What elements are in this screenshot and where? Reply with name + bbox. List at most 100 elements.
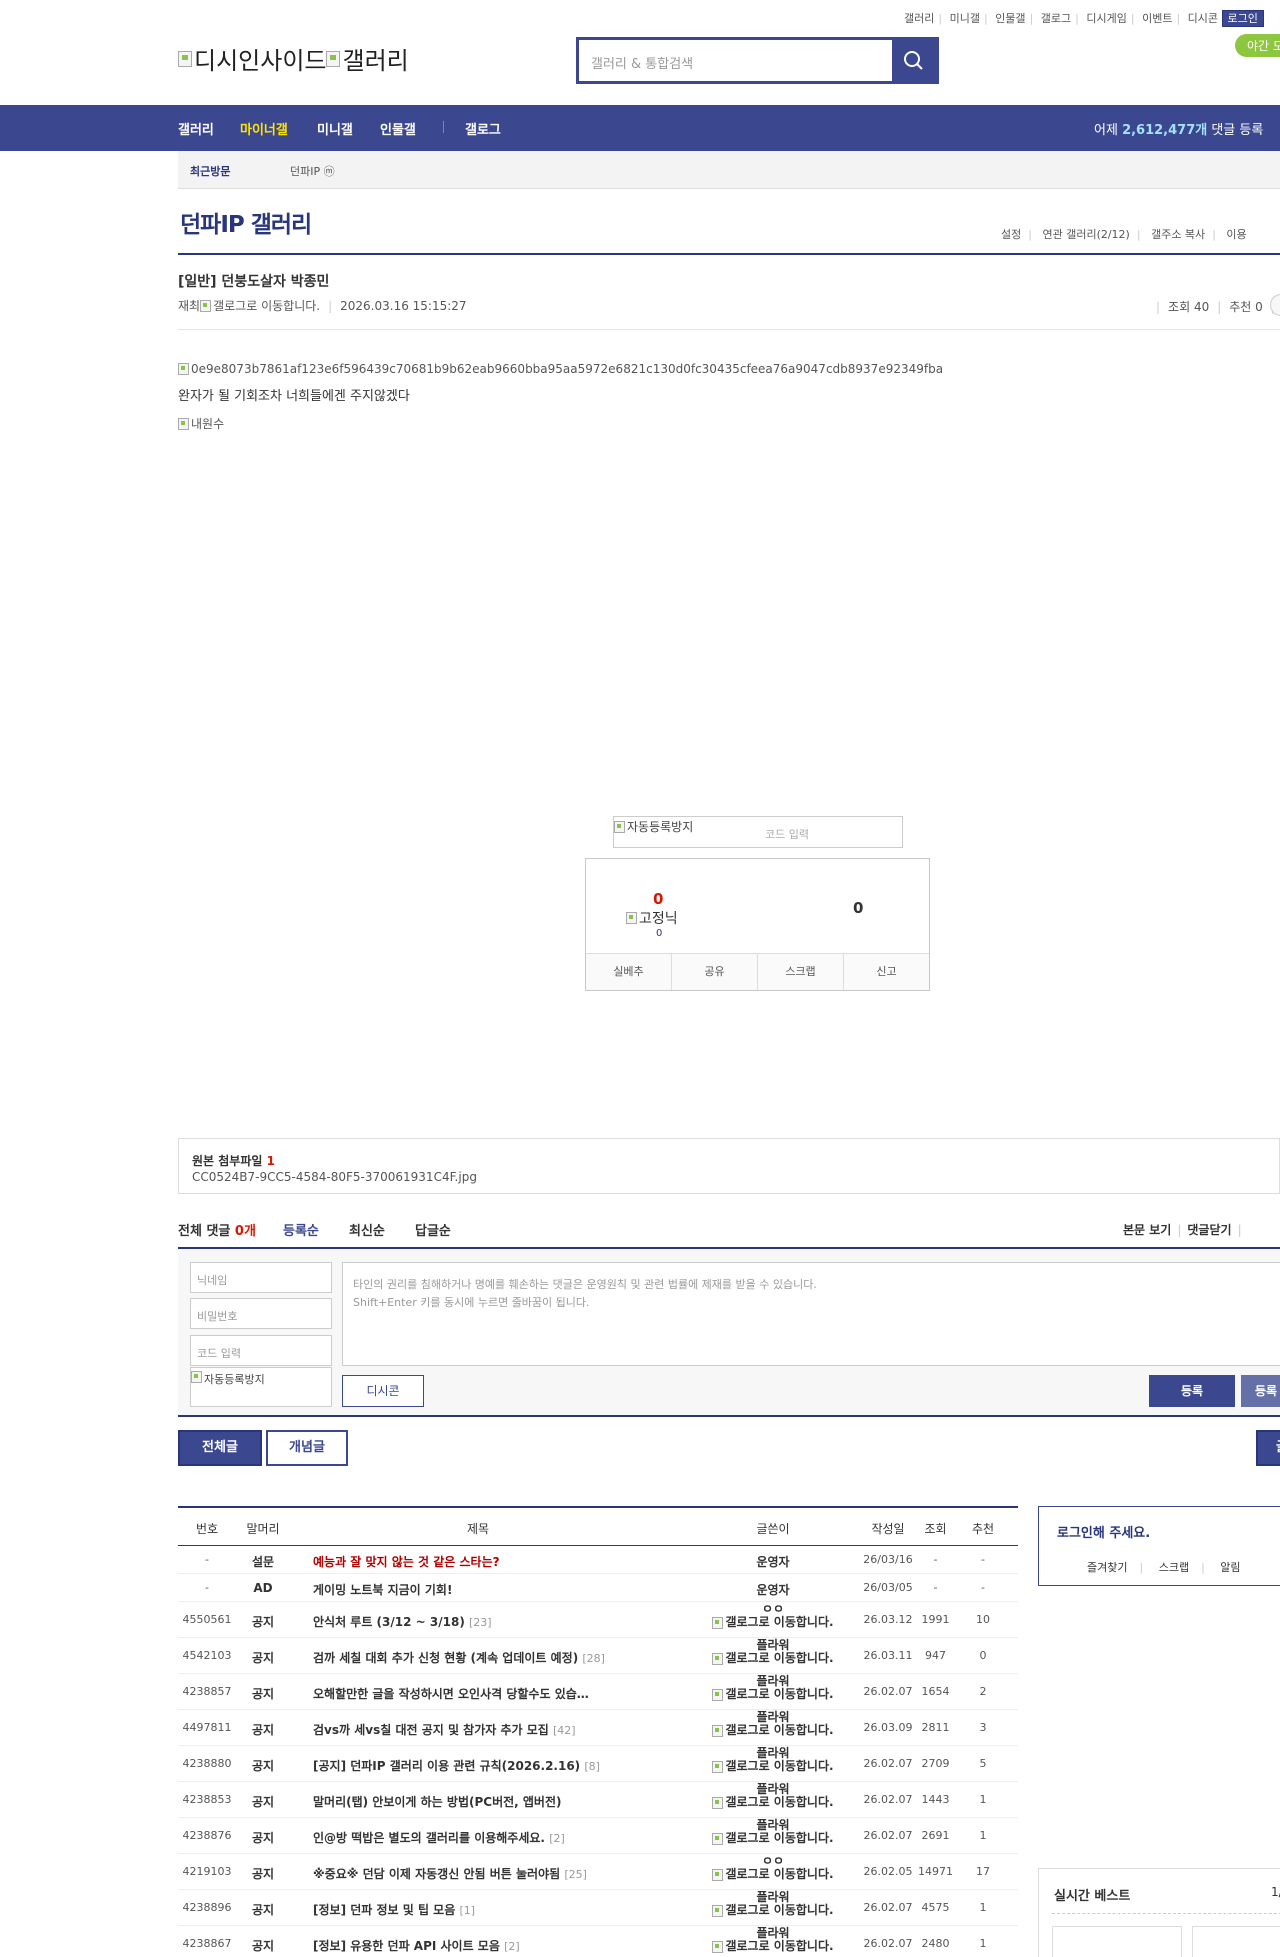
post-writer[interactable]: 플라워 갤로그로 이동합니다.	[712, 1747, 834, 1773]
post-writer[interactable]: 플라워 갤로그로 이동합니다.	[712, 1675, 834, 1701]
comment-textarea[interactable]: 타인의 권리를 침해하거나 명예를 훼손하는 댓글은 운영원칙 및 관련 법률에…	[342, 1262, 1280, 1366]
search-button[interactable]	[892, 40, 936, 81]
post-writer[interactable]: 플라워 갤로그로 이동합니다.	[712, 1819, 834, 1845]
post-title-link[interactable]: 검까 세칠 대회 추가 신청 현황 (계속 업데이트 예정) [28]	[313, 1649, 605, 1666]
post-title-link[interactable]: 예능과 잘 맞지 않는 것 같은 스타는?	[313, 1553, 500, 1570]
all-posts-button[interactable]: 전체글	[178, 1430, 262, 1466]
best-card[interactable]	[1052, 1926, 1182, 1957]
reply-count[interactable]: [28]	[582, 1652, 605, 1665]
reply-count[interactable]: [2]	[549, 1832, 565, 1845]
site-logo[interactable]: 디시인사이드 갤러리	[178, 41, 409, 76]
attachment-file-link[interactable]: CC0524B7-9CC5-4584-80F5-370061931C4F.jpg	[192, 1170, 477, 1184]
post-writer[interactable]: 플라워 갤로그로 이동합니다.	[712, 1639, 834, 1665]
reco-up-button[interactable]: 고정닉	[626, 908, 678, 928]
login-button[interactable]: 로그인	[1221, 10, 1264, 27]
reply-count[interactable]: [42]	[553, 1724, 576, 1737]
util-link-gallery[interactable]: 갤러리	[904, 12, 934, 25]
sort-reply[interactable]: 답글순	[415, 1220, 451, 1239]
post-title-link[interactable]: ※중요※ 던담 이제 자동갱신 안됨 버튼 눌러야됨 [25]	[313, 1865, 587, 1882]
search-box[interactable]: 갤러리 & 통합검색	[576, 37, 939, 84]
table-row[interactable]: 4542103 공지 검까 세칠 대회 추가 신청 현황 (계속 업데이트 예정) …	[178, 1638, 1018, 1674]
table-row[interactable]: - AD 게이밍 노트북 지금이 기회! 운영자 26/03/05 - -	[178, 1574, 1018, 1602]
post-writer[interactable]: 플라워 갤로그로 이동합니다.	[712, 1927, 834, 1953]
comment-submit-button[interactable]: 등록	[1149, 1375, 1235, 1407]
util-link-dcgame[interactable]: 디시게임	[1086, 12, 1126, 25]
post-title-link[interactable]: [정보] 유용한 던파 API 사이트 모음 [2]	[313, 1937, 520, 1954]
post-title-link[interactable]: 인@방 떡밥은 별도의 갤러리를 이용해주세요. [2]	[313, 1829, 565, 1846]
table-row[interactable]: - 설문 예능과 잘 맞지 않는 것 같은 스타는? 운영자 26/03/16 - -	[178, 1546, 1018, 1574]
nav-mini-gallery[interactable]: 미니갤	[317, 119, 353, 138]
post-number: 4497811	[182, 1721, 232, 1734]
login-prompt[interactable]: 로그인해 주세요.	[1057, 1522, 1150, 1541]
post-title-link[interactable]: 게이밍 노트북 지금이 기회!	[313, 1581, 452, 1598]
post-writer[interactable]: 플라워 갤로그로 이동합니다.	[712, 1711, 834, 1737]
table-row[interactable]: 4238857 공지 오해할만한 글을 작성하시면 오인사격 당할수도 있습… 플라워…	[178, 1674, 1018, 1710]
recent-visit-label[interactable]: 최근방문	[190, 163, 230, 179]
table-row[interactable]: 4238867 공지 [정보] 유용한 던파 API 사이트 모음 [2] 플라워 갤로…	[178, 1926, 1018, 1957]
post-title-link[interactable]: [공지] 던파IP 갤러리 이용 관련 규칙(2026.2.16) [8]	[313, 1757, 600, 1774]
gallery-title[interactable]: 던파IP 갤러리	[180, 205, 312, 239]
sort-latest[interactable]: 최신순	[349, 1220, 385, 1239]
scrap-link[interactable]: 스크랩	[1159, 1561, 1189, 1574]
post-writer[interactable]: 플라워 갤로그로 이동합니다.	[712, 1891, 834, 1917]
share-button[interactable]: 공유	[672, 954, 758, 990]
nav-gallog[interactable]: 갤로그	[465, 119, 501, 138]
reco-captcha-input[interactable]: 코드 입력	[765, 826, 809, 842]
post-writer[interactable]: 플라워 갤로그로 이동합니다.	[712, 1783, 834, 1809]
table-row[interactable]: 4238896 공지 [정보] 던파 정보 및 팁 모음 [1] 플라워 갤로그로 이동…	[178, 1890, 1018, 1926]
gallery-usage-link[interactable]: 이용	[1226, 228, 1246, 241]
table-row[interactable]: 4550561 공지 안식처 루트 (3/12 ~ 3/18) [23] ㅇㅇ 갤로그로…	[178, 1602, 1018, 1638]
comment-code-input[interactable]: 코드 입력	[190, 1335, 332, 1366]
nickname-input[interactable]: 닉네임	[190, 1262, 332, 1293]
report-button[interactable]: 신고	[844, 954, 929, 990]
post-title-link[interactable]: 말머리(탭) 안보이게 하는 방법(PC버전, 앱버전)	[313, 1793, 562, 1810]
reply-count[interactable]: [23]	[469, 1616, 492, 1629]
util-link-event[interactable]: 이벤트	[1142, 12, 1172, 25]
reply-count[interactable]: [25]	[564, 1868, 587, 1881]
search-input[interactable]: 갤러리 & 통합검색	[591, 53, 693, 72]
table-row[interactable]: 4238876 공지 인@방 떡밥은 별도의 갤러리를 이용해주세요. [2] 플라워…	[178, 1818, 1018, 1854]
recent-visit-item[interactable]: 던파IP ⓜ	[290, 163, 335, 179]
gallery-settings-link[interactable]: 설정	[1001, 228, 1021, 241]
util-link-dccon[interactable]: 디시콘	[1188, 12, 1218, 25]
sort-registered[interactable]: 등록순	[283, 1220, 319, 1239]
concept-posts-button[interactable]: 개념글	[266, 1430, 348, 1466]
table-row[interactable]: 4497811 공지 검vs까 세vs칠 대전 공지 및 참가자 추가 모집 [42…	[178, 1710, 1018, 1746]
post-writer[interactable]: 운영자	[718, 1553, 828, 1570]
util-link-gallog[interactable]: 갤로그	[1041, 12, 1071, 25]
nav-person-gallery[interactable]: 인물갤	[380, 119, 416, 138]
post-title-link[interactable]: 안식처 루트 (3/12 ~ 3/18) [23]	[313, 1613, 492, 1630]
write-button[interactable]: 글	[1256, 1430, 1280, 1466]
scrap-button[interactable]: 스크랩	[758, 954, 844, 990]
post-title-link[interactable]: 검vs까 세vs칠 대전 공지 및 참가자 추가 모집 [42]	[313, 1721, 576, 1738]
best-card[interactable]	[1192, 1926, 1280, 1957]
post-title-link[interactable]: 오해할만한 글을 작성하시면 오인사격 당할수도 있습…	[313, 1685, 589, 1702]
util-link-person[interactable]: 인물갤	[995, 12, 1025, 25]
view-body-link[interactable]: 본문 보기	[1123, 1223, 1171, 1237]
nav-gallery[interactable]: 갤러리	[178, 119, 214, 138]
real-best-button[interactable]: 실베추	[586, 954, 672, 990]
reply-count[interactable]: [1]	[459, 1904, 475, 1917]
post-writer[interactable]: 운영자	[718, 1581, 828, 1598]
dccon-button[interactable]: 디시콘	[342, 1375, 424, 1407]
post-title-link[interactable]: [정보] 던파 정보 및 팁 모음 [1]	[313, 1901, 475, 1918]
post-author-gallog-link[interactable]: 갤로그로 이동합니다.	[213, 297, 320, 314]
table-row[interactable]: 4238853 공지 말머리(탭) 안보이게 하는 방법(PC버전, 앱버전) 플라워…	[178, 1782, 1018, 1818]
alarm-link[interactable]: 알림	[1220, 1561, 1240, 1574]
close-comments-link[interactable]: 댓글닫기	[1187, 1223, 1231, 1237]
post-writer[interactable]: ㅇㅇ 갤로그로 이동합니다.	[712, 1603, 834, 1629]
post-writer[interactable]: ㅇㅇ 갤로그로 이동합니다.	[712, 1855, 834, 1881]
table-row[interactable]: 4238880 공지 [공지] 던파IP 갤러리 이용 관련 규칙(2026.2.1…	[178, 1746, 1018, 1782]
copy-gallery-url-link[interactable]: 갤주소 복사	[1151, 228, 1205, 241]
post-author[interactable]: 재최	[178, 297, 200, 314]
reply-count[interactable]: [8]	[584, 1760, 600, 1773]
nav-minor-gallery[interactable]: 마이너갤	[240, 119, 288, 138]
related-gallery-link[interactable]: 연관 갤러리(2/12)	[1042, 228, 1129, 241]
favorites-link[interactable]: 즐겨찾기	[1087, 1561, 1127, 1574]
night-mode-toggle[interactable]: 야간 모	[1235, 34, 1280, 57]
util-link-mini[interactable]: 미니갤	[950, 12, 980, 25]
reply-count[interactable]: [2]	[504, 1940, 520, 1953]
comment-submit-reco-button[interactable]: 등록	[1241, 1375, 1280, 1407]
password-input[interactable]: 비밀번호	[190, 1298, 332, 1329]
table-row[interactable]: 4219103 공지 ※중요※ 던담 이제 자동갱신 안됨 버튼 눌러야됨 [25]…	[178, 1854, 1018, 1890]
